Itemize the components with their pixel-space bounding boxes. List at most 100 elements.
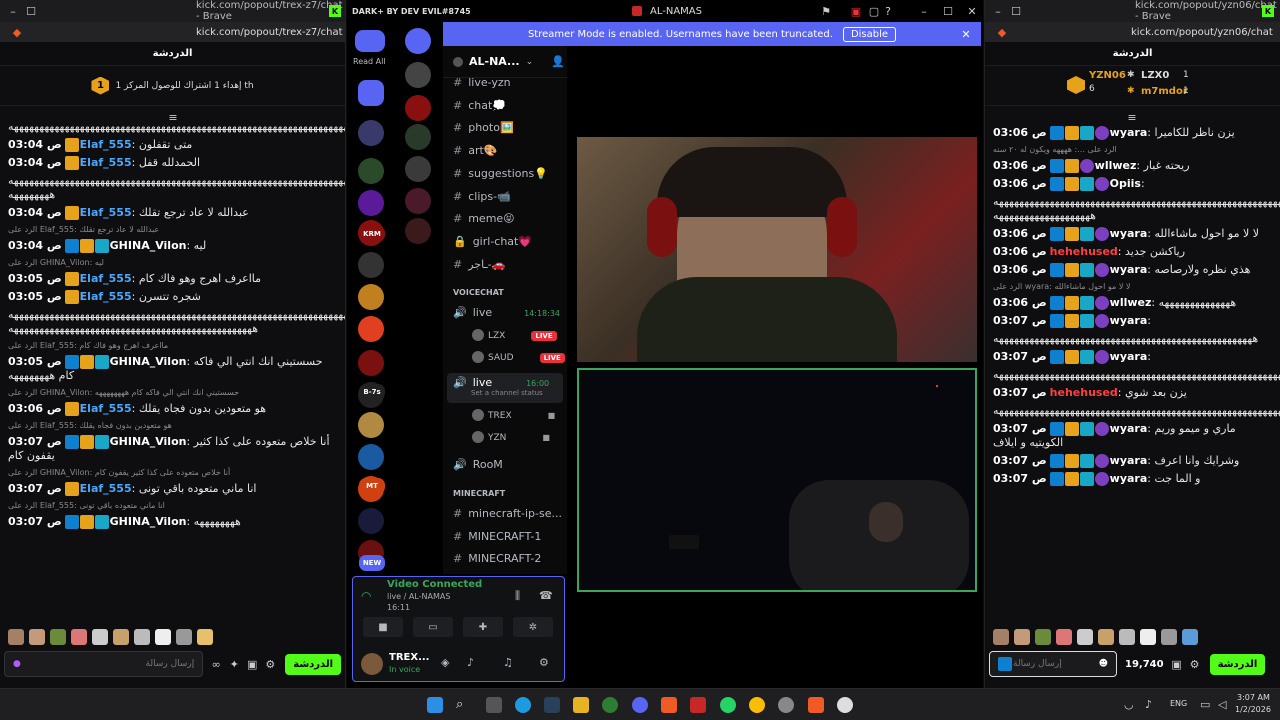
user-settings-icon[interactable]: ⚙	[539, 656, 549, 669]
chat-message[interactable]: 03:06 ص hehehused: رياكشن جديد	[985, 243, 1280, 261]
message-username[interactable]: wyara	[1110, 263, 1148, 276]
message-username[interactable]: Elaf_555	[80, 402, 132, 415]
maximize-icon[interactable]: ☐	[1007, 2, 1025, 20]
chat-message[interactable]: هههههههههههههههههههههههههههههههههههههههه…	[985, 193, 1280, 225]
message-username[interactable]: wyara	[1110, 422, 1148, 435]
search-app-icon[interactable]	[837, 697, 853, 713]
chat-message[interactable]: هههههههههههههههههههههههههههههههههههههههه…	[0, 306, 345, 338]
server-icon[interactable]	[358, 252, 384, 278]
brave-shield-icon[interactable]: ◆	[8, 23, 26, 41]
chat-message[interactable]: 03:07 ص wyara: ماري و ميمو وريم الكويتيه …	[985, 420, 1280, 452]
network-icon[interactable]: ▭	[1200, 698, 1210, 711]
emote-icon[interactable]	[176, 629, 192, 645]
emote-icon[interactable]	[1014, 629, 1030, 645]
message-username[interactable]: wyara	[1110, 472, 1148, 485]
left-message-input[interactable]: إرسال رسالة ●	[4, 651, 204, 677]
chat-message[interactable]: 03:04 ص Elaf_555: متى تقفلون	[0, 136, 345, 154]
chat-message[interactable]: 03:04 ص Elaf_555: الحمدلله قفل	[0, 154, 345, 172]
server-icon[interactable]	[405, 124, 431, 150]
message-username[interactable]: Opiis	[1110, 177, 1141, 190]
emote-menu-icon[interactable]: ✦	[225, 655, 243, 673]
whatsapp-icon[interactable]	[720, 697, 736, 713]
voice-category-label[interactable]: VOICECHAT	[453, 288, 504, 297]
emote-icon[interactable]	[993, 629, 1009, 645]
server-icon[interactable]	[358, 316, 384, 342]
voice-user[interactable]: LZX LIVE	[472, 328, 557, 341]
channel-item[interactable]: # live-yzn	[453, 76, 511, 89]
chat-message[interactable]: 03:05 ص GHINA_Vilon: حسستيني انك انتي الي…	[0, 353, 345, 385]
chat-message[interactable]: 03:07 ص GHINA_Vilon: ههههههههه	[0, 513, 345, 531]
chat-message[interactable]: 03:07 ص Elaf_555: انا ماني متعوده باقي تو…	[0, 480, 345, 498]
microphone-icon[interactable]: ♪	[467, 656, 474, 669]
message-username[interactable]: Elaf_555	[80, 482, 132, 495]
headphones-icon[interactable]: ♫	[503, 656, 513, 669]
wifi-icon[interactable]: ◡	[1124, 698, 1134, 711]
message-username[interactable]: wyara	[1110, 454, 1148, 467]
screen-share-icon[interactable]: ▭	[413, 617, 453, 637]
maximize-icon[interactable]: ☐	[939, 2, 957, 20]
server-icon[interactable]	[358, 284, 384, 310]
voice-user[interactable]: YZN ■	[472, 430, 550, 443]
xbox-icon[interactable]	[602, 697, 618, 713]
server-icon[interactable]	[358, 350, 384, 376]
message-username[interactable]: GHINA_Vilon	[110, 239, 187, 252]
server-label[interactable]: KRM	[359, 226, 385, 242]
signal-icon[interactable]: ◠	[361, 589, 371, 603]
server-icon[interactable]	[405, 95, 431, 121]
brave-icon-2[interactable]	[808, 697, 824, 713]
message-username[interactable]: wllwez	[1095, 159, 1137, 172]
emote-icon[interactable]	[1035, 629, 1051, 645]
channel-item[interactable]: # MINECRAFT-2	[453, 552, 541, 565]
chat-message[interactable]: 03:06 ص wyara: هذي نظره ولارصاصه	[985, 261, 1280, 279]
right-message-input[interactable]: ☻ إرسال رسالة	[989, 651, 1117, 677]
channel-points[interactable]: 19,740	[1125, 659, 1164, 670]
voice-channel-room[interactable]: 🔊 RooM	[453, 458, 503, 471]
message-username[interactable]: hehehused	[1050, 245, 1118, 258]
message-username[interactable]: Elaf_555	[80, 206, 132, 219]
message-username[interactable]: wyara	[1110, 126, 1148, 139]
left-gift-goal[interactable]: 1 إهداء 1 اشتراك للوصول المركز 1 th	[0, 66, 345, 106]
chat-message[interactable]: 03:06 ص wyara: لا لا مو احول ماشاءالله	[985, 225, 1280, 243]
microphone-tray-icon[interactable]: ♪	[1145, 698, 1152, 711]
explorer-icon[interactable]	[573, 697, 589, 713]
voice-location[interactable]: live / AL-NAMAS	[387, 592, 450, 601]
chrome-icon[interactable]	[749, 697, 765, 713]
chat-message[interactable]: 03:06 ص wllwez: ههههههههههههههه	[985, 294, 1280, 312]
language-indicator[interactable]: ENG	[1170, 699, 1187, 708]
streamer-mode-icon[interactable]: ▣	[847, 2, 865, 20]
chat-message[interactable]: هههههههههههههههههههههههههههههههههههههههه…	[985, 366, 1280, 384]
voice-channel-live-2[interactable]: 🔊 live 16:00 Set a channel status	[447, 373, 563, 403]
server-icon[interactable]	[405, 62, 431, 88]
server-icon[interactable]	[405, 28, 431, 54]
message-username[interactable]: Elaf_555	[80, 156, 132, 169]
gift-leaderboard[interactable]: YZN06 6 ✱ LZX0 1 ✱ m7mdor 1	[985, 66, 1280, 106]
channel-item[interactable]: # art🎨	[453, 144, 498, 157]
gift-icon[interactable]: ▣	[243, 655, 261, 673]
chat-message[interactable]: 03:07 ص wyara: وشرايك وانا اعرف	[985, 452, 1280, 470]
chat-message[interactable]: 03:07 ص GHINA_Vilon: أنا خلاص متعوده على …	[0, 433, 345, 465]
maximize-icon[interactable]: ☐	[22, 2, 40, 20]
inbox-icon[interactable]: ⚑	[817, 2, 835, 20]
server-icon[interactable]	[358, 412, 384, 438]
edge-icon[interactable]	[515, 697, 531, 713]
discord-home-icon[interactable]	[355, 30, 385, 52]
message-username[interactable]: wyara	[1110, 350, 1148, 363]
message-username[interactable]: wllwez	[1110, 296, 1152, 309]
activities-icon[interactable]: ✚	[463, 617, 503, 637]
server-icon[interactable]	[358, 120, 384, 146]
message-username[interactable]: GHINA_Vilon	[110, 515, 187, 528]
minimize-icon[interactable]: –	[915, 2, 933, 20]
channel-item[interactable]: # chat💭	[453, 99, 506, 112]
message-username[interactable]: wyara	[1110, 314, 1148, 327]
emote-icon[interactable]	[1056, 629, 1072, 645]
emote-icon[interactable]	[71, 629, 87, 645]
voice-user[interactable]: TREX ■	[472, 408, 555, 421]
emoji-icon[interactable]: ☻	[1099, 659, 1108, 669]
noise-suppression-icon[interactable]: ⫼	[515, 589, 520, 603]
server-icon[interactable]	[405, 188, 431, 214]
clock-date[interactable]: 1/2/2026	[1235, 705, 1271, 714]
server-icon[interactable]	[405, 156, 431, 182]
right-address-bar[interactable]: ◆ kick.com/popout/yzn06/chat	[985, 22, 1280, 42]
minimize-icon[interactable]: –	[4, 2, 22, 20]
microphone-icon[interactable]: ●	[13, 659, 21, 669]
